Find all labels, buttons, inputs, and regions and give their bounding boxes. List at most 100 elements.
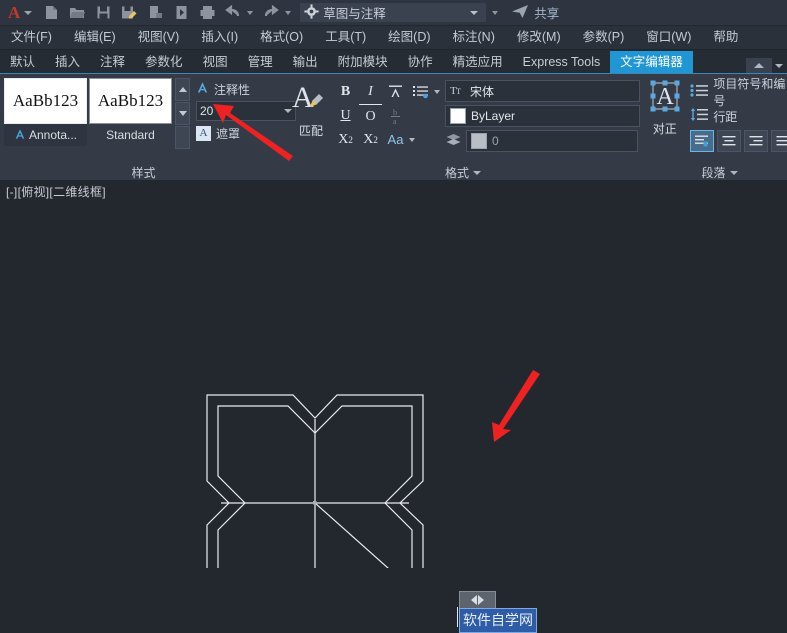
italic-button[interactable]: I	[359, 81, 382, 103]
layer-combo[interactable]: 0	[466, 130, 638, 152]
format-button-grid: B I U O ba X 2 X 2 Aa	[331, 78, 440, 151]
share-button[interactable]: 共享	[511, 3, 559, 22]
annotative-icon	[14, 128, 26, 143]
redo-icon[interactable]	[258, 2, 284, 24]
text-height-combo[interactable]: 20	[196, 101, 296, 121]
font-combo[interactable]: TT 宋体	[445, 80, 640, 102]
new-file-icon[interactable]	[38, 2, 64, 24]
chevron-up-icon	[178, 87, 187, 92]
bullets-icon	[690, 83, 709, 101]
gallery-expand-button[interactable]	[175, 126, 190, 149]
tab-express-tools[interactable]: Express Tools	[513, 51, 611, 73]
align-left-button[interactable]	[690, 130, 715, 152]
inline-text-editor[interactable]: 软件自学网	[459, 608, 537, 633]
bullets-label: 项目符号和编号	[713, 77, 786, 108]
subscript-button[interactable]: X2	[359, 129, 382, 151]
gallery-scroll-down-button[interactable]	[175, 102, 190, 125]
ribbon-tab-bar: 默认 插入 注释 参数化 视图 管理 输出 附加模块 协作 精选应用 Expre…	[0, 50, 787, 74]
plot-preview-icon[interactable]	[168, 2, 194, 24]
tab-featured-apps[interactable]: 精选应用	[443, 51, 513, 73]
chevron-down-icon	[178, 111, 187, 116]
workspace-switcher[interactable]: 草图与注释	[300, 3, 487, 22]
redo-chevron-down-icon[interactable]	[285, 10, 292, 15]
print-icon[interactable]	[194, 2, 220, 24]
export-icon[interactable]	[142, 2, 168, 24]
change-case-button[interactable]: Aa	[384, 129, 407, 151]
overline-button[interactable]: O	[359, 103, 382, 128]
menu-format[interactable]: 格式(O)	[249, 26, 314, 49]
color-value: ByLayer	[471, 109, 516, 123]
save-icon[interactable]	[90, 2, 116, 24]
menu-parametric[interactable]: 参数(P)	[572, 26, 636, 49]
text-cursor	[457, 607, 458, 627]
mask-button[interactable]: A 遮罩	[196, 124, 296, 142]
menu-file[interactable]: 文件(F)	[0, 26, 63, 49]
menu-dimension[interactable]: 标注(N)	[442, 26, 506, 49]
undo-icon[interactable]	[220, 2, 246, 24]
menu-help[interactable]: 帮助	[702, 26, 749, 49]
annotative-icon	[196, 81, 209, 97]
format-row-3: X2 X2 Aa	[334, 128, 440, 151]
panel-paragraph-chevron-down-icon[interactable]	[729, 171, 738, 175]
menu-window[interactable]: 窗口(W)	[635, 26, 702, 49]
justify-icon: A	[646, 79, 684, 120]
autocad-logo-icon[interactable]: A	[4, 4, 22, 21]
stack-button[interactable]: ba	[384, 105, 407, 127]
ribbon-minimize-button[interactable]	[746, 58, 772, 73]
workspace-chevron-down-icon[interactable]	[470, 10, 479, 15]
undo-chevron-down-icon[interactable]	[247, 10, 254, 15]
paragraph-format-button[interactable]	[409, 81, 432, 103]
menu-modify[interactable]: 修改(M)	[506, 26, 572, 49]
annotative-label: 注释性	[214, 82, 251, 97]
tab-view[interactable]: 视图	[193, 51, 238, 73]
triangle-up-icon	[754, 63, 764, 68]
align-center-button[interactable]	[717, 130, 742, 152]
tab-annotate[interactable]: 注释	[90, 51, 135, 73]
line-spacing-button[interactable]: 行距	[690, 105, 787, 127]
align-justify-button[interactable]	[771, 130, 787, 152]
save-as-icon[interactable]	[116, 2, 142, 24]
style-preview-standard: AaBb123	[89, 78, 172, 124]
tab-collaborate[interactable]: 协作	[398, 51, 443, 73]
tab-text-editor[interactable]: 文字编辑器	[610, 51, 693, 73]
bullets-numbering-button[interactable]: 项目符号和编号	[690, 77, 787, 108]
titlebar-more-chevron-down-icon[interactable]	[492, 10, 499, 15]
tab-home[interactable]: 默认	[0, 51, 45, 73]
style-card-standard[interactable]: AaBb123 Standard	[89, 78, 172, 146]
svg-text:T: T	[456, 87, 461, 96]
menu-draw[interactable]: 绘图(D)	[377, 26, 441, 49]
match-properties-button[interactable]: A 匹配	[291, 78, 331, 139]
app-menu-chevron-down-icon[interactable]	[24, 10, 33, 15]
bold-button[interactable]: B	[334, 81, 357, 103]
drawing-canvas[interactable]: [-][俯视][二维线框] 软件自学网	[0, 180, 787, 633]
menu-insert[interactable]: 插入(I)	[190, 26, 249, 49]
match-properties-icon: A	[291, 80, 331, 121]
style-gallery-scroll[interactable]	[175, 78, 190, 150]
panel-format-chevron-down-icon[interactable]	[473, 171, 481, 175]
menu-edit[interactable]: 编辑(E)	[63, 26, 127, 49]
title-bar: A 草图与注释 共享	[0, 0, 787, 26]
color-combo[interactable]: ByLayer	[445, 105, 640, 127]
match-properties-label: 匹配	[298, 124, 323, 138]
justify-button[interactable]: A 对正	[643, 78, 686, 138]
layer-color-swatch	[471, 133, 487, 149]
tab-insert[interactable]: 插入	[45, 51, 90, 73]
tab-manage[interactable]: 管理	[238, 51, 283, 73]
style-card-annotative[interactable]: AaBb123 Annota...	[4, 78, 87, 146]
annotative-toggle[interactable]: 注释性	[196, 80, 296, 98]
superscript-button[interactable]: X2	[334, 129, 357, 151]
tab-addins[interactable]: 附加模块	[328, 51, 398, 73]
gallery-scroll-up-button[interactable]	[175, 78, 190, 101]
ribbon-minimize-chevron-down-icon[interactable]	[775, 63, 783, 68]
underline-button[interactable]: U	[334, 105, 357, 127]
arrow-right-icon	[478, 595, 484, 605]
open-file-icon[interactable]	[64, 2, 90, 24]
annotative-text-button[interactable]	[384, 81, 407, 103]
align-right-button[interactable]	[744, 130, 769, 152]
tab-output[interactable]: 输出	[283, 51, 328, 73]
menu-tools[interactable]: 工具(T)	[314, 26, 377, 49]
text-width-grip[interactable]	[459, 591, 496, 609]
change-case-chevron-down-icon[interactable]	[409, 137, 415, 142]
tab-parametric[interactable]: 参数化	[135, 51, 193, 73]
menu-view[interactable]: 视图(V)	[127, 26, 191, 49]
